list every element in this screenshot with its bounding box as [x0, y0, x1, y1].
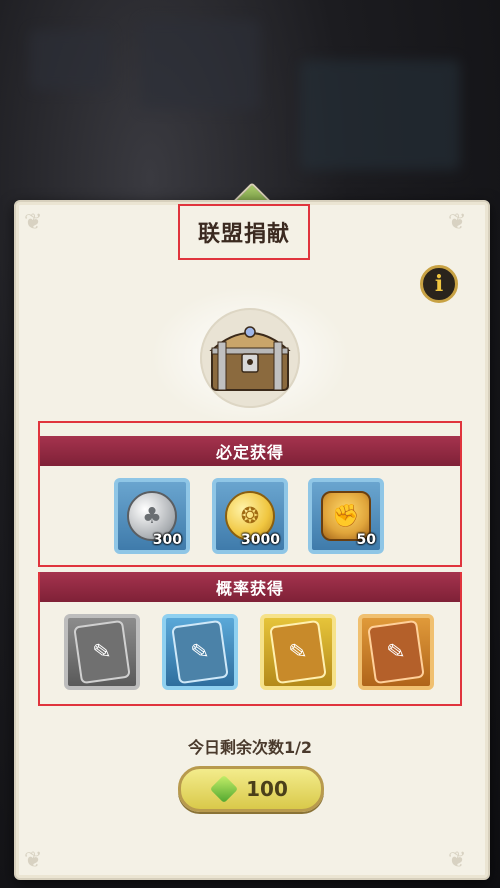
chance-tile-gray-card[interactable]: ✎ — [64, 614, 140, 690]
info-button[interactable]: i — [420, 265, 458, 303]
reward-quantity: 300 — [152, 532, 182, 548]
title-frame: 联盟捐献 — [178, 204, 310, 260]
chance-tile-blue-card[interactable]: ✎ — [162, 614, 238, 690]
background-shape — [30, 30, 110, 90]
info-icon: i — [434, 271, 444, 297]
corner-ornament-icon: ❦ — [448, 210, 467, 235]
reward-quantity: 50 — [356, 532, 376, 548]
chance-tile-orange-card[interactable]: ✎ — [358, 614, 434, 690]
chance-tile-gold-card[interactable]: ✎ — [260, 614, 336, 690]
background-shape — [140, 20, 260, 110]
page-title: 联盟捐献 — [197, 222, 290, 247]
remaining-attempts-text: 今日剩余次数1/2 — [187, 738, 313, 757]
gray-card-icon: ✎ — [73, 619, 131, 685]
treasure-chest-icon — [209, 326, 291, 391]
blue-card-icon: ✎ — [171, 619, 229, 685]
guaranteed-ribbon: 必定获得 — [40, 436, 460, 466]
reward-quantity: 3000 — [241, 532, 280, 548]
gold-card-icon: ✎ — [269, 619, 327, 685]
green-gem-icon — [209, 774, 239, 804]
corner-ornament-icon: ❦ — [24, 848, 43, 873]
chance-label: 概率获得 — [215, 579, 284, 598]
reward-tile-gold-coin[interactable]: ❂ 3000 — [212, 478, 288, 554]
background-shape — [300, 60, 460, 170]
donate-cost: 100 — [246, 777, 288, 801]
corner-ornament-icon: ❦ — [24, 210, 43, 235]
reward-tile-fist-badge[interactable]: ✊ 50 — [308, 478, 384, 554]
guaranteed-label: 必定获得 — [215, 443, 284, 462]
corner-ornament-icon: ❦ — [448, 848, 467, 873]
chance-ribbon: 概率获得 — [40, 572, 460, 602]
donate-button[interactable]: 100 — [178, 766, 324, 812]
reward-tile-silver-coin[interactable]: ♣ 300 — [114, 478, 190, 554]
orange-card-icon: ✎ — [367, 619, 425, 685]
